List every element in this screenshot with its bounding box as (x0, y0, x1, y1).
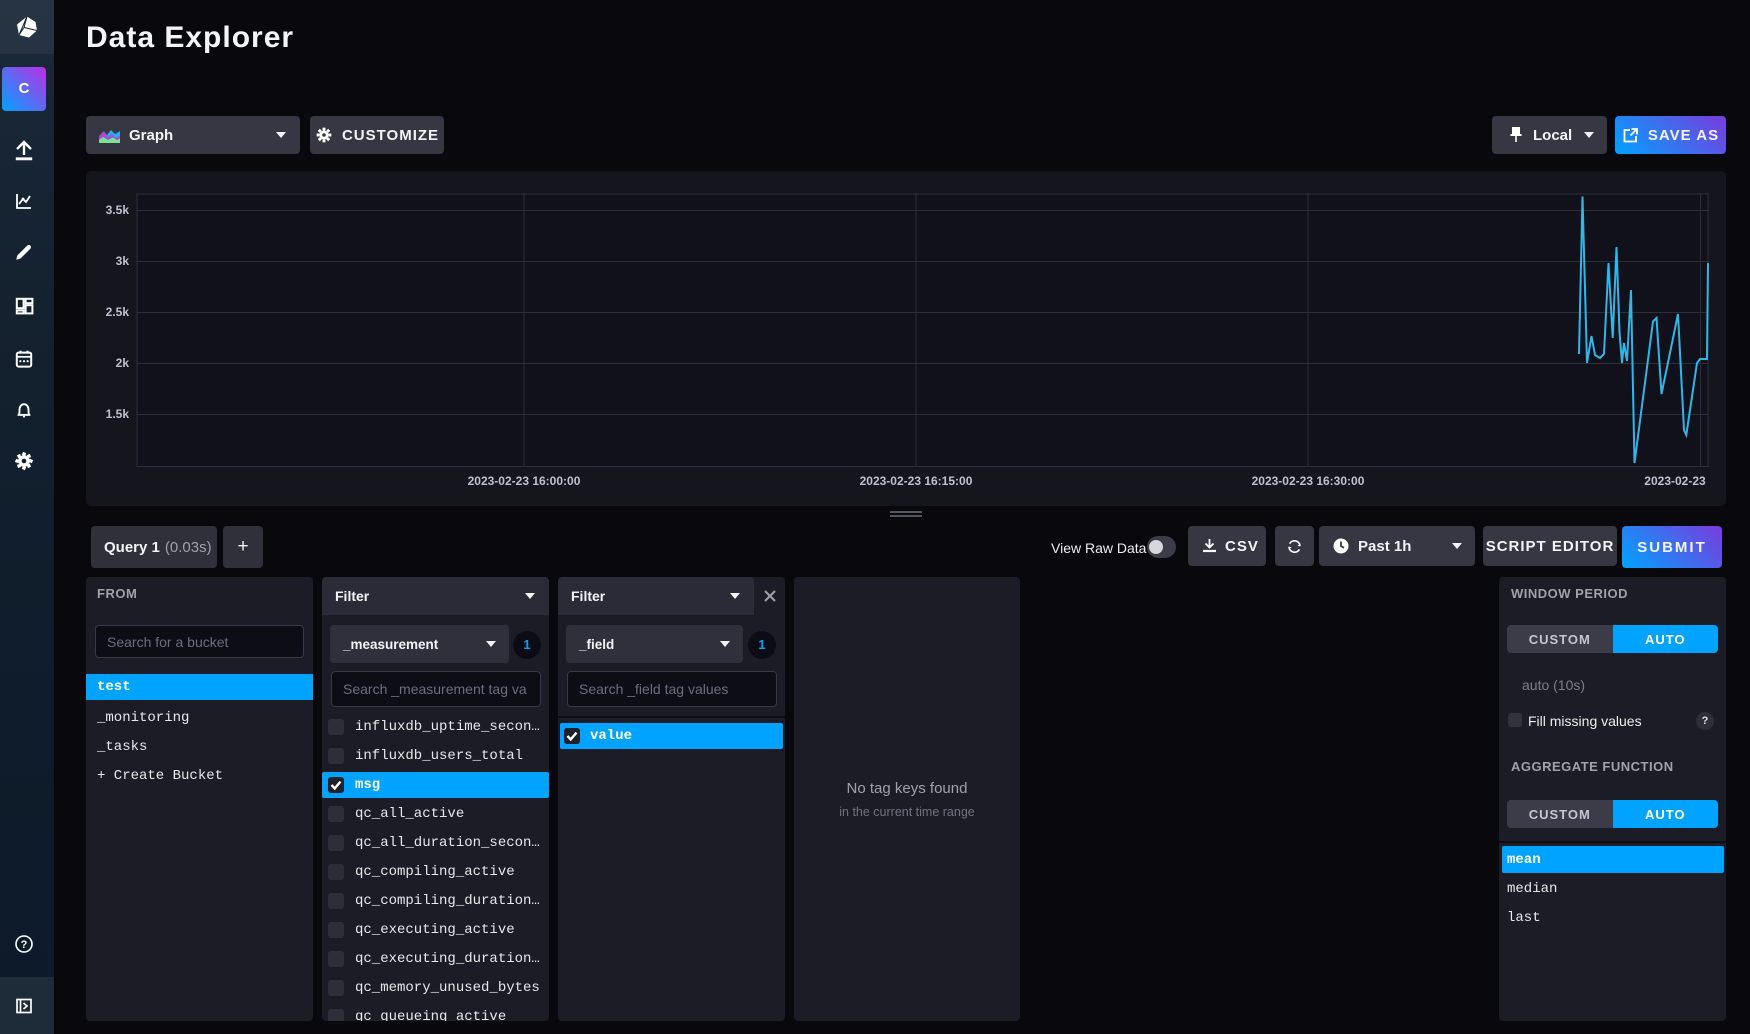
svg-text:?: ? (21, 939, 28, 951)
